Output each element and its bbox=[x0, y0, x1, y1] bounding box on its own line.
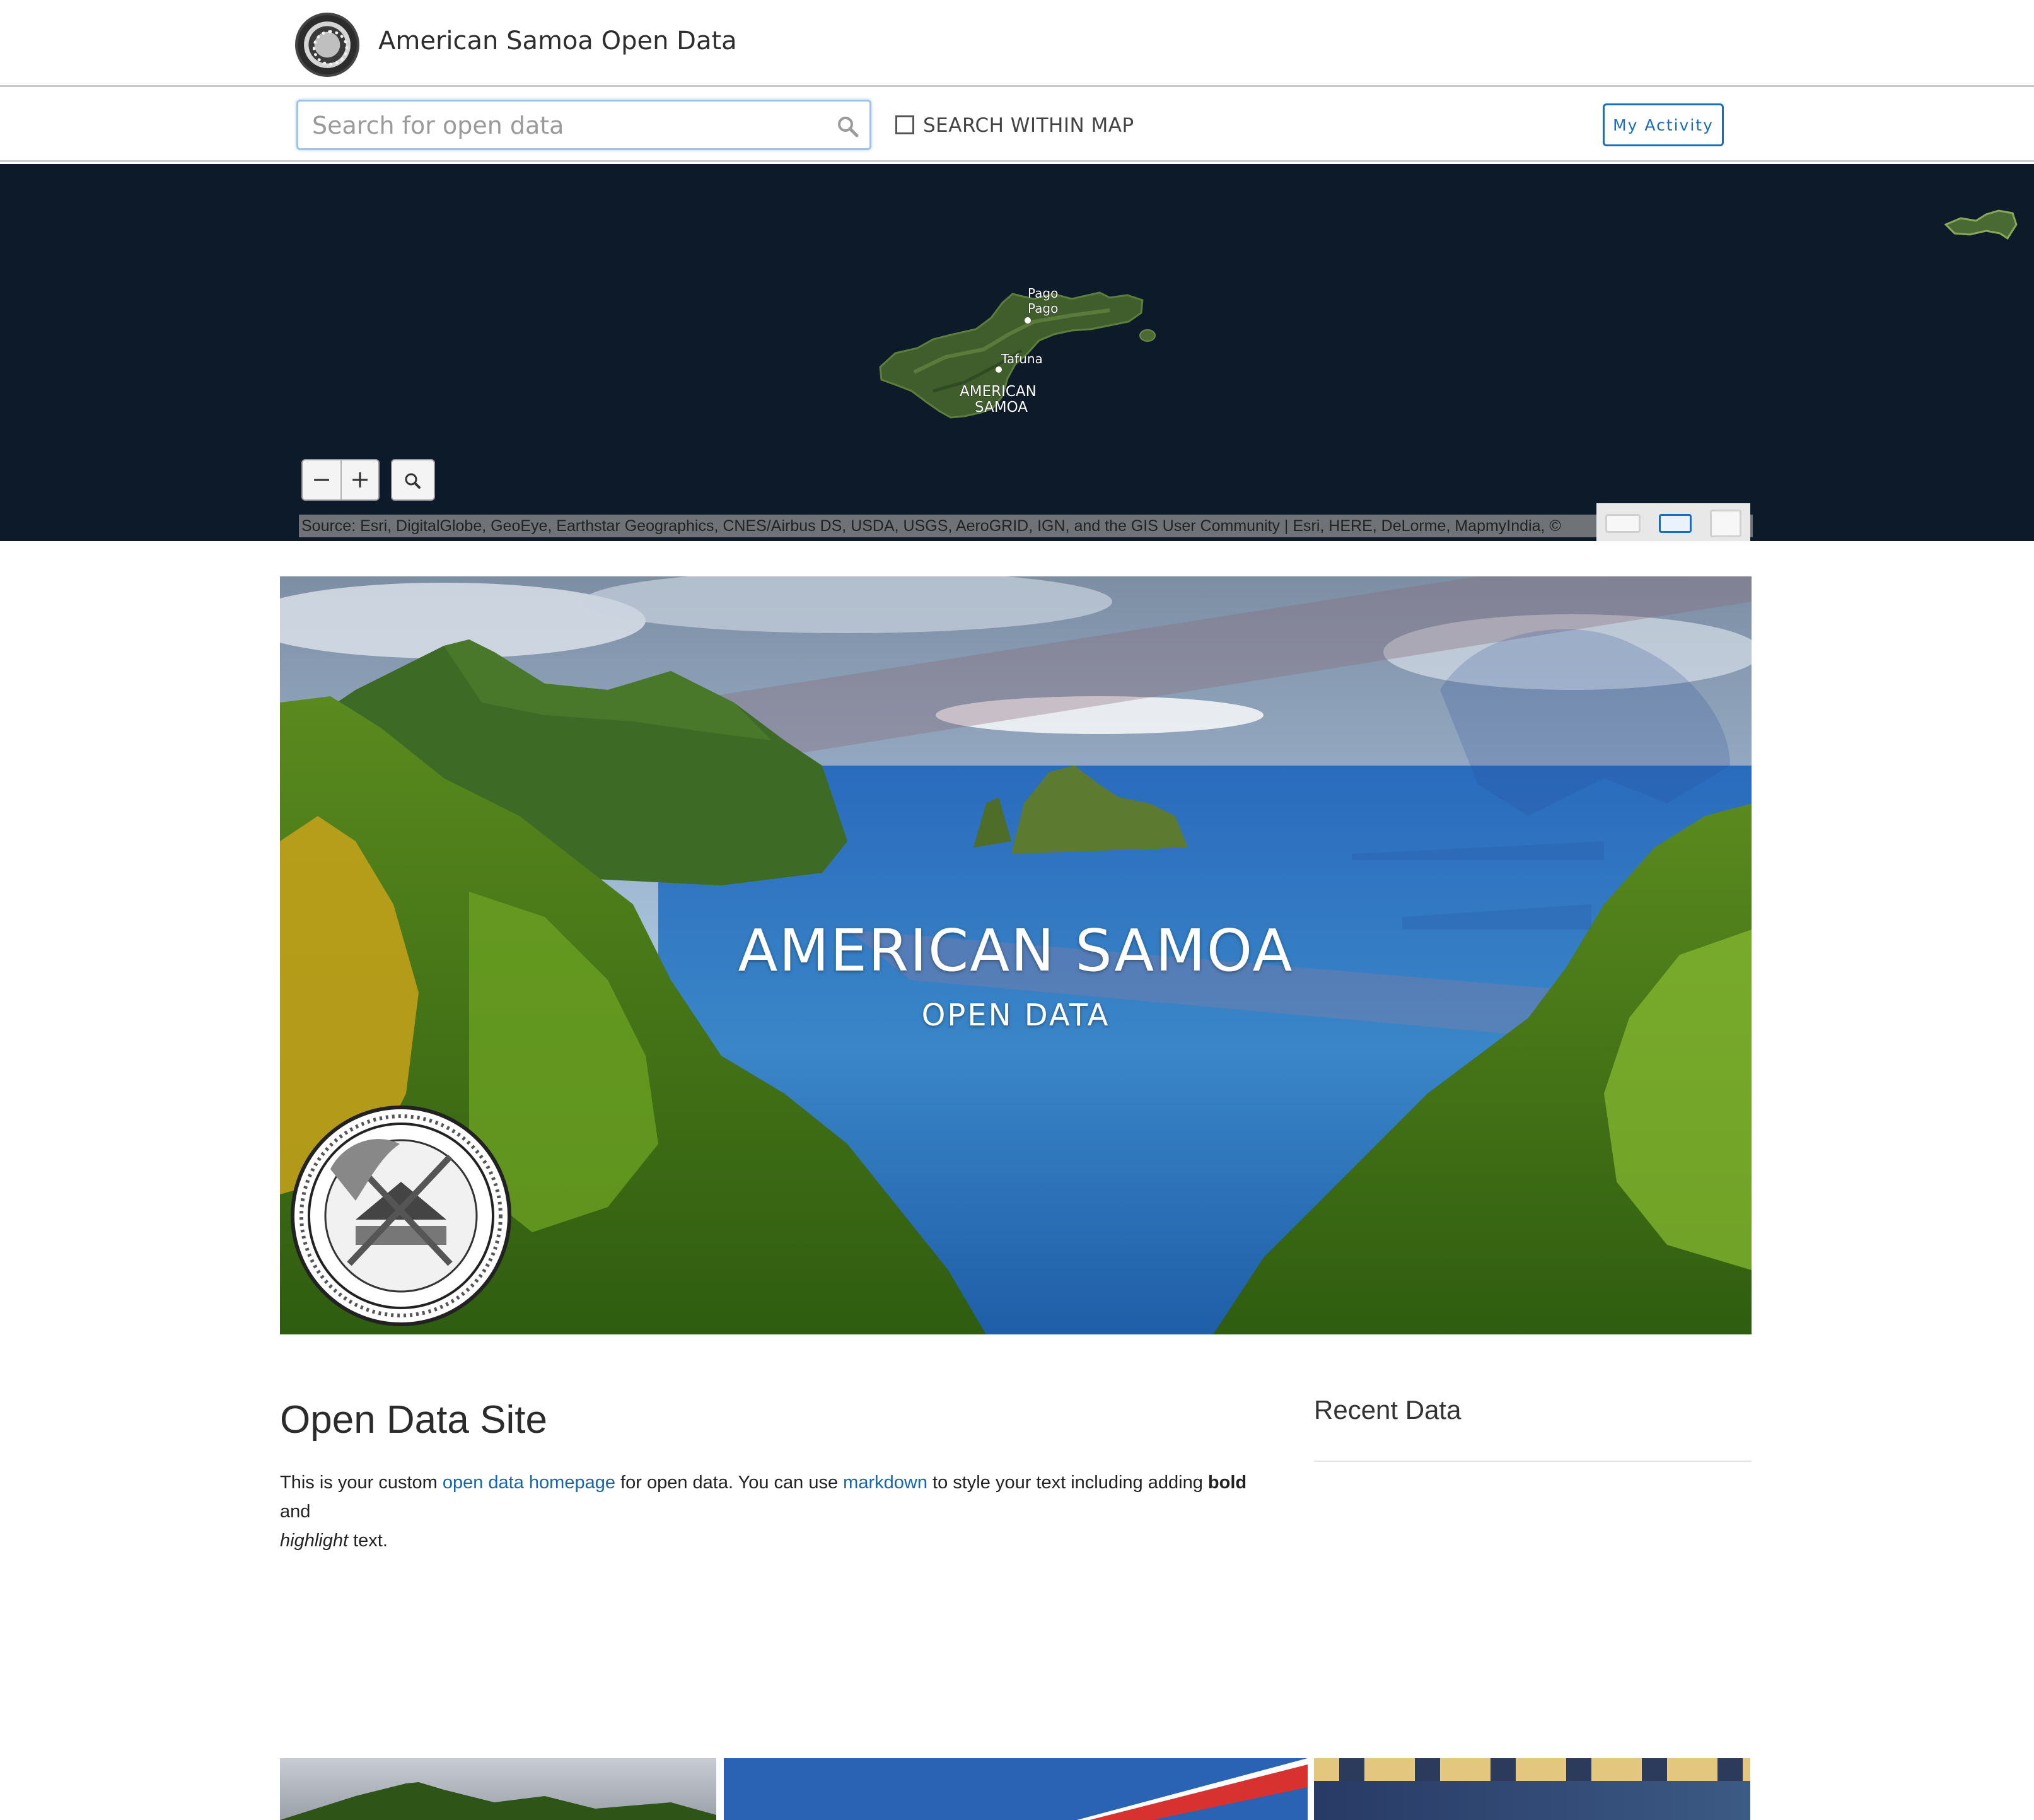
basemap-streets-option[interactable] bbox=[1605, 514, 1641, 533]
recent-data-divider bbox=[1314, 1461, 1752, 1462]
hero-subtitle: OPEN DATA bbox=[921, 998, 1110, 1033]
basemap-imagery-option[interactable] bbox=[1658, 514, 1692, 533]
manua-islands bbox=[1944, 209, 2018, 240]
card-1-image bbox=[280, 1782, 716, 1820]
intro-text-1: This is your custom bbox=[280, 1473, 443, 1493]
hero-title: AMERICAN SAMOA bbox=[738, 917, 1294, 984]
search-input[interactable] bbox=[312, 109, 817, 142]
markdown-link[interactable]: markdown bbox=[843, 1473, 927, 1493]
intro-text-4: and bbox=[280, 1502, 311, 1522]
recent-data-heading: Recent Data bbox=[1314, 1395, 1462, 1425]
pago-pago-point bbox=[1025, 317, 1031, 324]
zoom-controls: − + bbox=[301, 459, 380, 501]
map-label-pago-pago-2: Pago bbox=[1028, 301, 1058, 316]
map-attribution: Source: Esri, DigitalGlobe, GeoEye, Eart… bbox=[299, 515, 1753, 537]
intro-text-3: to style your text including adding bbox=[927, 1473, 1208, 1493]
hero-seal bbox=[291, 1105, 511, 1326]
search-within-map-label[interactable]: SEARCH WITHIN MAP bbox=[923, 114, 1134, 137]
intro-text-2: for open data. You can use bbox=[615, 1473, 844, 1493]
zoom-out-button[interactable]: − bbox=[303, 460, 340, 499]
map-label-pago-pago: Pago bbox=[1028, 286, 1058, 301]
highlight-text: highlight bbox=[280, 1531, 349, 1551]
map-search-button[interactable] bbox=[391, 459, 435, 501]
site-title[interactable]: American Samoa Open Data bbox=[378, 26, 737, 55]
card-3-image bbox=[1314, 1758, 1750, 1781]
search-within-map-checkbox[interactable] bbox=[895, 115, 914, 134]
intro-paragraph: This is your custom open data homepage f… bbox=[280, 1468, 1276, 1555]
featured-card-1[interactable] bbox=[280, 1758, 716, 1820]
tafuna-point bbox=[996, 366, 1002, 373]
map-label-american: AMERICAN bbox=[960, 383, 1037, 400]
open-data-homepage-link[interactable]: open data homepage bbox=[443, 1473, 615, 1493]
aunuu-islet bbox=[1139, 329, 1156, 342]
site-header: American Samoa Open Data bbox=[0, 0, 2034, 87]
map-label-samoa: SAMOA bbox=[975, 399, 1028, 416]
search-box bbox=[296, 100, 871, 150]
intro-text-5: text. bbox=[348, 1531, 388, 1551]
search-icon[interactable] bbox=[835, 114, 861, 139]
featured-card-2[interactable] bbox=[724, 1758, 1308, 1820]
my-activity-button[interactable]: My Activity bbox=[1603, 103, 1724, 146]
magnifier-icon bbox=[405, 473, 421, 489]
basemap-topographic-option[interactable] bbox=[1709, 510, 1741, 537]
featured-card-3[interactable] bbox=[1314, 1758, 1750, 1820]
american-samoa-seal-icon[interactable] bbox=[295, 13, 359, 77]
page-title: Open Data Site bbox=[280, 1398, 547, 1442]
card-2-image bbox=[1077, 1758, 1308, 1820]
hero-banner: AMERICAN SAMOA OPEN DATA bbox=[280, 576, 1752, 1334]
map-label-tafuna: Tafuna bbox=[1001, 351, 1043, 366]
basemap-switcher bbox=[1596, 503, 1750, 541]
zoom-in-button[interactable]: + bbox=[340, 460, 378, 499]
search-toolbar: SEARCH WITHIN MAP My Activity bbox=[0, 89, 2034, 162]
map-view[interactable]: Pago Pago Tafuna AMERICAN SAMOA − + Sour… bbox=[0, 164, 2034, 541]
bold-text: bold bbox=[1207, 1473, 1247, 1493]
